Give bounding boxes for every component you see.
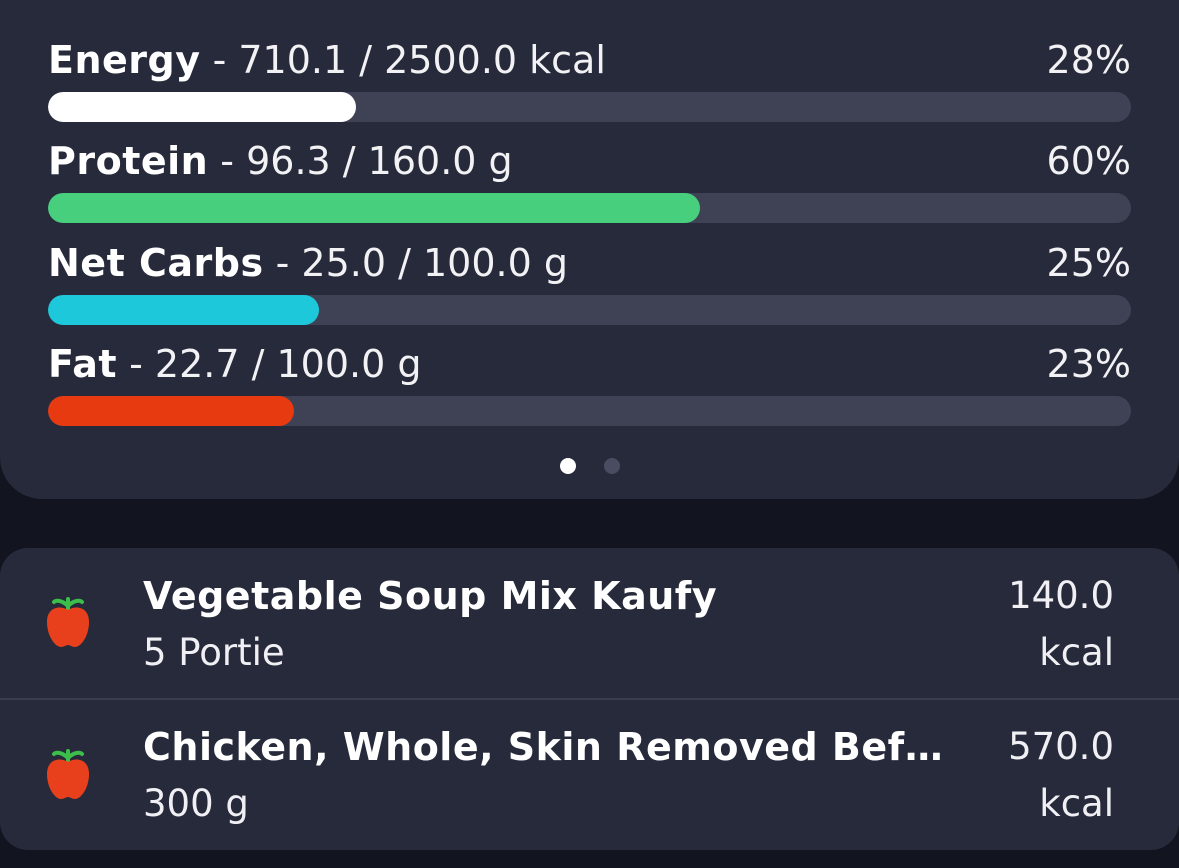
nutrient-header: Fat - 22.7 / 100.0 g 23%: [48, 339, 1131, 389]
progress-bar-track: [48, 295, 1131, 325]
nutrient-percent: 60%: [1046, 139, 1131, 183]
apple-icon: [47, 597, 89, 647]
food-name: Chicken, Whole, Skin Removed Befor…: [143, 725, 963, 769]
food-name: Vegetable Soup Mix Kaufy: [143, 574, 718, 618]
progress-bar-track: [48, 92, 1131, 122]
progress-bar-fill: [48, 295, 319, 325]
page-dot-inactive[interactable]: [603, 458, 620, 474]
progress-bar-fill: [48, 92, 356, 122]
progress-bar-fill: [48, 396, 294, 426]
nutrient-percent: 28%: [1046, 38, 1131, 82]
nutrient-amount: - 710.1 / 2500.0 kcal: [200, 38, 606, 82]
food-list: Vegetable Soup Mix Kaufy 5 Portie 140.0 …: [0, 548, 1179, 850]
nutrient-fat: Fat - 22.7 / 100.0 g 23%: [48, 339, 1131, 426]
food-list-item[interactable]: Chicken, Whole, Skin Removed Befor… 300 …: [0, 700, 1179, 850]
nutrient-net-carbs: Net Carbs - 25.0 / 100.0 g 25%: [48, 238, 1131, 325]
nutrient-amount: - 22.7 / 100.0 g: [117, 342, 422, 386]
food-kcal-value: 140.0: [1008, 574, 1114, 617]
nutrient-header: Net Carbs - 25.0 / 100.0 g 25%: [48, 238, 1131, 288]
progress-bar-track: [48, 396, 1131, 426]
nutrient-name: Fat: [48, 342, 118, 386]
food-kcal-unit: kcal: [1039, 782, 1114, 825]
apple-icon: [47, 749, 89, 799]
nutrient-percent: 23%: [1046, 342, 1131, 386]
progress-bar-track: [48, 193, 1131, 223]
nutrient-percent: 25%: [1046, 241, 1131, 285]
nutrition-summary-card[interactable]: Energy - 710.1 / 2500.0 kcal 28% Protein…: [0, 0, 1179, 499]
page-indicator: [0, 458, 1179, 474]
nutrient-name: Net Carbs: [48, 241, 264, 285]
nutrient-amount: - 25.0 / 100.0 g: [263, 241, 568, 285]
food-list-item[interactable]: Vegetable Soup Mix Kaufy 5 Portie 140.0 …: [0, 548, 1179, 700]
page-dot-active[interactable]: [559, 458, 576, 474]
nutrient-name: Protein: [48, 139, 209, 183]
nutrient-energy: Energy - 710.1 / 2500.0 kcal 28%: [48, 35, 1131, 122]
nutrient-header: Protein - 96.3 / 160.0 g 60%: [48, 136, 1131, 186]
nutrient-amount: - 96.3 / 160.0 g: [208, 139, 513, 183]
nutrient-name: Energy: [48, 38, 201, 82]
food-portion: 5 Portie: [143, 631, 285, 674]
food-kcal-unit: kcal: [1039, 631, 1114, 674]
nutrient-header: Energy - 710.1 / 2500.0 kcal 28%: [48, 35, 1131, 85]
nutrient-protein: Protein - 96.3 / 160.0 g 60%: [48, 136, 1131, 223]
progress-bar-fill: [48, 193, 700, 223]
food-kcal-value: 570.0: [1008, 725, 1114, 768]
food-portion: 300 g: [143, 782, 249, 825]
